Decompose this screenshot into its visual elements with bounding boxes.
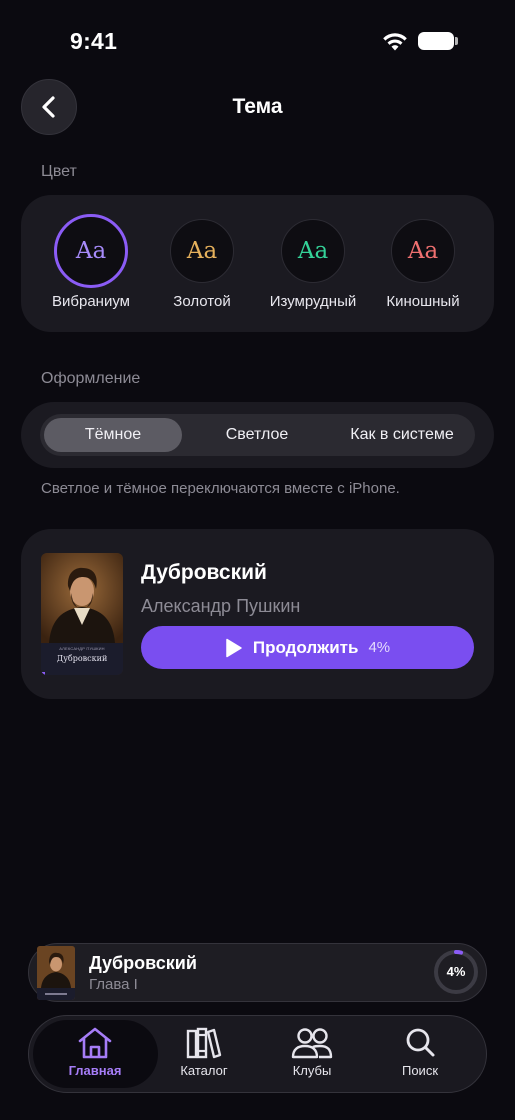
color-option-gold[interactable]: Aa Золотой — [147, 219, 257, 310]
swatch-preview: Aa — [170, 219, 234, 283]
book-author: Александр Пушкин — [141, 596, 301, 616]
color-option-emerald[interactable]: Aa Изумрудный — [258, 219, 368, 310]
appearance-hint: Светлое и тёмное переключаются вместе с … — [41, 480, 400, 497]
tab-label: Клубы — [292, 1063, 332, 1078]
books-icon — [186, 1027, 222, 1059]
cover-progress-bar — [41, 672, 45, 675]
status-time: 9:41 — [70, 28, 118, 54]
tab-home[interactable]: Главная — [40, 1026, 150, 1078]
tab-catalog[interactable]: Каталог — [149, 1026, 259, 1078]
mini-player-progress: 4% — [446, 964, 466, 979]
appearance-section-label: Оформление — [41, 370, 141, 387]
tab-search[interactable]: Поиск — [365, 1026, 475, 1078]
segment-system[interactable]: Как в системе — [330, 418, 474, 452]
mini-player-cover — [37, 946, 75, 1000]
search-icon — [406, 1028, 435, 1057]
people-icon — [291, 1028, 333, 1059]
swatch-preview: Aa — [391, 219, 455, 283]
cover-footer: АЛЕКСАНДР ПУШКИН Дубровский — [41, 643, 123, 675]
swatch-label: Киношный — [386, 293, 460, 310]
tab-label: Главная — [68, 1063, 122, 1078]
swatch-label: Золотой — [173, 293, 231, 310]
portrait-image — [41, 553, 123, 643]
book-cover[interactable]: АЛЕКСАНДР ПУШКИН Дубровский — [41, 553, 123, 675]
book-title: Дубровский — [141, 561, 267, 584]
mini-player-title: Дубровский — [89, 953, 197, 973]
wifi-icon — [383, 33, 407, 51]
color-option-cinema[interactable]: Aa Киношный — [368, 219, 478, 310]
swatch-preview: Aa — [281, 219, 345, 283]
swatch-label: Вибраниум — [52, 293, 130, 310]
swatch-preview: Aa — [54, 214, 128, 288]
progress-percent: 4% — [368, 639, 391, 656]
segment-dark[interactable]: Тёмное — [44, 418, 182, 452]
color-option-vibranium[interactable]: Aa Вибраниум — [36, 214, 146, 310]
home-icon — [78, 1027, 112, 1059]
segment-light[interactable]: Светлое — [187, 418, 327, 452]
swatch-label: Изумрудный — [269, 293, 357, 310]
battery-nub — [455, 37, 458, 45]
tab-clubs[interactable]: Клубы — [257, 1026, 367, 1078]
continue-label: Продолжить — [252, 637, 359, 657]
tab-label: Каталог — [180, 1063, 228, 1078]
battery-icon — [418, 32, 454, 50]
cover-author: АЛЕКСАНДР ПУШКИН — [59, 646, 105, 651]
continue-reading-button[interactable]: Продолжить 4% — [141, 626, 474, 669]
tab-label: Поиск — [401, 1063, 439, 1078]
cover-title: Дубровский — [56, 654, 108, 663]
page-title: Тема — [232, 95, 283, 118]
color-section-label: Цвет — [41, 163, 77, 180]
mini-player-chapter: Глава I — [89, 976, 138, 993]
play-icon — [226, 638, 242, 657]
